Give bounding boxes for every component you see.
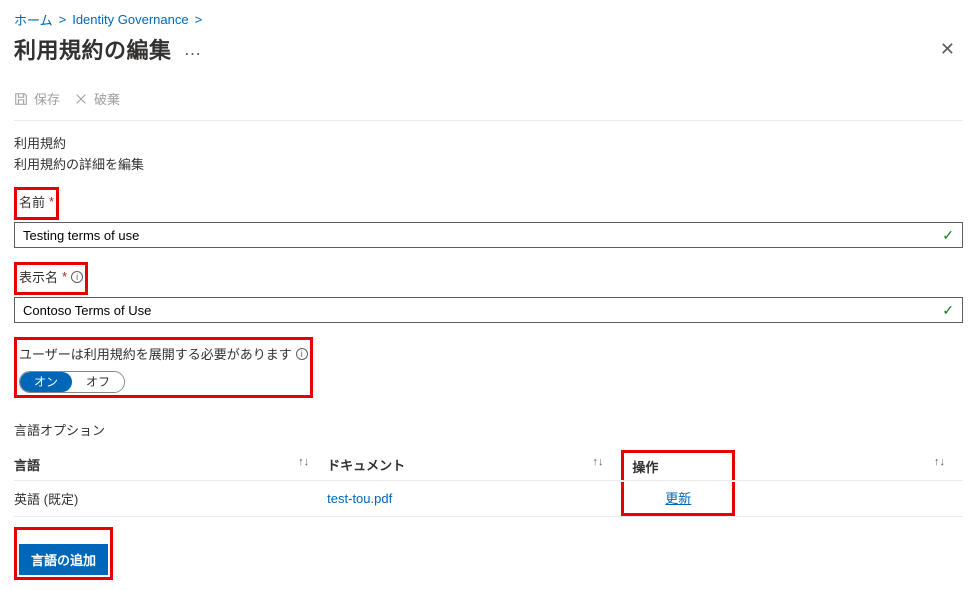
column-language-label: 言語 <box>14 458 40 473</box>
required-mark: * <box>49 194 54 209</box>
save-label: 保存 <box>34 89 60 108</box>
discard-label: 破棄 <box>94 89 120 108</box>
check-icon: ✓ <box>934 302 962 319</box>
add-language-button[interactable]: 言語の追加 <box>19 544 108 575</box>
row-update-link[interactable]: 更新 <box>632 488 724 507</box>
column-action-label: 操作 <box>632 460 658 475</box>
sort-icon[interactable]: ↑↓ <box>298 456 309 468</box>
more-button[interactable]: … <box>184 39 203 60</box>
column-document-label: ドキュメント <box>327 458 405 473</box>
sort-icon[interactable]: ↑↓ <box>592 456 603 468</box>
column-end: ↑↓ <box>735 449 963 481</box>
section-heading: 利用規約 <box>14 133 963 152</box>
name-input[interactable] <box>15 223 934 247</box>
discard-button[interactable]: 破棄 <box>74 89 120 108</box>
info-icon[interactable]: i <box>71 271 83 283</box>
save-icon <box>14 92 28 106</box>
name-input-wrap: ✓ <box>14 222 963 248</box>
row-language: 英語 (既定) <box>14 481 327 517</box>
display-name-label: 表示名 <box>19 267 58 286</box>
check-icon: ✓ <box>934 227 962 244</box>
column-document[interactable]: ドキュメント ↑↓ <box>327 449 621 481</box>
display-name-input-wrap: ✓ <box>14 297 963 323</box>
save-button[interactable]: 保存 <box>14 89 60 108</box>
discard-icon <box>74 92 88 106</box>
breadcrumb-identity-governance[interactable]: Identity Governance <box>72 12 188 27</box>
table-row: 英語 (既定) test-tou.pdf 更新 <box>14 481 963 517</box>
toggle-on[interactable]: オン <box>20 372 72 392</box>
column-language[interactable]: 言語 ↑↓ <box>14 449 327 481</box>
name-label: 名前 <box>19 192 45 211</box>
expand-toggle[interactable]: オン オフ <box>19 371 125 393</box>
required-mark: * <box>62 269 67 284</box>
languages-table: 言語 ↑↓ ドキュメント ↑↓ 操作 ↑↓ 英語 (既定) test-tou.p… <box>14 449 963 517</box>
toggle-off[interactable]: オフ <box>72 372 124 392</box>
expand-required-label: ユーザーは利用規約を展開する必要があります <box>19 344 292 363</box>
display-name-input[interactable] <box>15 298 934 322</box>
info-icon[interactable]: i <box>296 348 308 360</box>
column-action-highlighted: 操作 <box>621 449 735 481</box>
close-icon[interactable]: ✕ <box>932 35 963 64</box>
toolbar: 保存 破棄 <box>14 83 963 121</box>
section-subheading: 利用規約の詳細を編集 <box>14 154 963 173</box>
page-title: 利用規約の編集 <box>14 33 172 65</box>
sort-icon[interactable]: ↑↓ <box>934 456 945 468</box>
breadcrumb-home[interactable]: ホーム <box>14 10 53 29</box>
chevron-right-icon: > <box>59 12 67 27</box>
row-document-link[interactable]: test-tou.pdf <box>327 491 392 506</box>
breadcrumb: ホーム > Identity Governance > <box>14 10 963 29</box>
chevron-right-icon: > <box>195 12 203 27</box>
languages-heading: 言語オプション <box>14 420 963 439</box>
